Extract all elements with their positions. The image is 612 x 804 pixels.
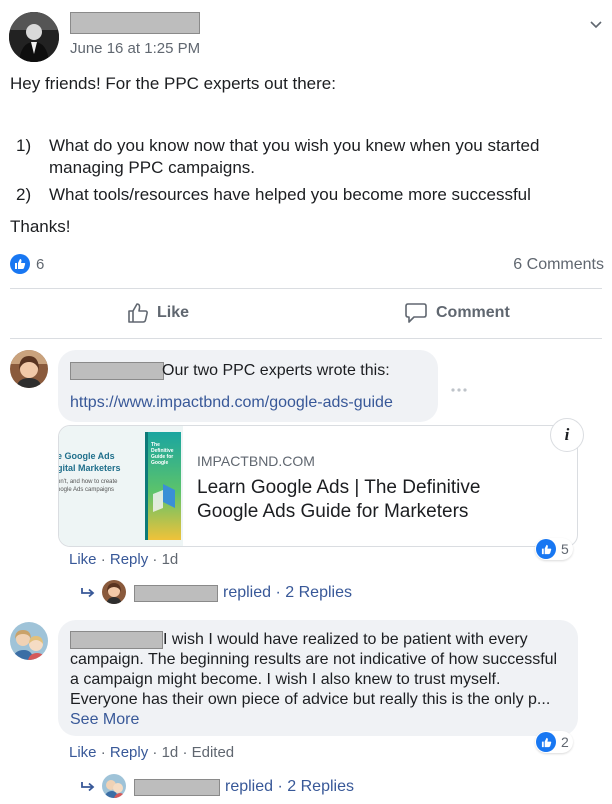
author-name-redacted[interactable] — [70, 12, 200, 34]
replier-name-redacted — [134, 585, 218, 602]
comment-meta: Like · Reply · 1d · Edited — [69, 744, 234, 761]
book-title: The Definitive Guide for Google — [151, 442, 174, 466]
like-count: 6 — [36, 255, 45, 273]
separator: · — [152, 744, 158, 761]
list-number: 2) — [16, 185, 32, 204]
comment-bubble: Our two PPC experts wrote this: https://… — [58, 350, 438, 422]
like-button-label: Like — [157, 304, 190, 321]
info-icon: i — [564, 425, 570, 444]
thumb-title-line: e Google Ads — [58, 451, 115, 461]
thumb-subtitle-line: oogle Ads campaigns — [58, 487, 115, 493]
see-more-link[interactable]: See More — [70, 711, 139, 728]
post-list-item: 1) What do you know now that you wish yo… — [0, 135, 612, 181]
comment-like-link[interactable]: Like — [69, 744, 97, 761]
author-photo-icon — [9, 12, 59, 62]
thumb-title: e Google Ads gital Marketers — [58, 450, 121, 474]
link-preview-domain: IMPACTBND.COM — [197, 453, 315, 469]
replies-count: 2 Replies — [285, 584, 352, 601]
comment-icon — [405, 303, 427, 323]
link-preview-card[interactable]: e Google Ads gital Marketers on't, and h… — [58, 425, 578, 547]
comment-reaction-badge[interactable]: 5 — [535, 538, 573, 560]
divider — [10, 338, 602, 339]
comment-reaction-badge[interactable]: 2 — [535, 731, 573, 753]
more-horizontal-icon — [451, 388, 467, 392]
comment-reply-link[interactable]: Reply — [110, 744, 148, 761]
thumbs-up-outline-icon — [128, 303, 148, 323]
replied-label: replied — [225, 778, 274, 795]
replies-text: replied · 2 Replies — [223, 584, 352, 602]
post-outro: Thanks! — [10, 217, 71, 236]
comment-options-button[interactable] — [450, 382, 468, 392]
thumb-title-line: gital Marketers — [58, 463, 121, 473]
divider — [10, 288, 602, 289]
post-menu-button[interactable] — [588, 16, 604, 32]
info-button[interactable]: i — [550, 418, 584, 452]
commenter-photo-icon — [10, 350, 48, 388]
commenter-photo-icon — [10, 622, 48, 660]
replies-row[interactable]: replied · 2 Replies — [80, 580, 380, 606]
reply-arrow-icon — [81, 782, 95, 792]
like-button[interactable]: Like — [127, 302, 189, 324]
comment-time[interactable]: 1d — [162, 551, 179, 568]
replies-text: replied · 2 Replies — [225, 778, 354, 796]
separator: · — [100, 551, 106, 568]
commenter-avatar[interactable] — [10, 350, 48, 388]
reaction-count: 2 — [561, 734, 569, 750]
replies-row[interactable]: replied · 2 Replies — [80, 774, 380, 800]
list-number: 1) — [16, 136, 32, 155]
replied-label: replied — [223, 584, 272, 601]
thumb-subtitle: on't, and how to create oogle Ads campai… — [58, 478, 118, 494]
comment-link[interactable]: https://www.impactbnd.com/google-ads-gui… — [70, 394, 393, 412]
comment-time[interactable]: 1d — [162, 744, 179, 761]
thumb-book: The Definitive Guide for Google — [145, 432, 181, 540]
link-preview-title: Learn Google Ads | The Definitive Google… — [197, 477, 481, 522]
reply-arrow-icon — [81, 588, 95, 598]
comment-button-label: Comment — [436, 304, 510, 321]
comment-body: I wish I would have realized to be patie… — [70, 631, 558, 708]
comments-count[interactable]: 6 Comments — [513, 256, 604, 274]
author-avatar[interactable] — [9, 12, 59, 62]
separator: · — [182, 744, 188, 761]
commenter-avatar[interactable] — [10, 622, 48, 660]
list-text: What do you know now that you wish you k… — [49, 136, 540, 177]
edited-label: Edited — [191, 744, 235, 761]
comment-like-link[interactable]: Like — [69, 551, 97, 568]
separator: · — [152, 551, 158, 568]
chevron-down-icon — [590, 21, 602, 29]
replies-count: 2 Replies — [287, 778, 354, 795]
replier-avatar — [102, 580, 126, 604]
replier-avatar — [102, 774, 126, 798]
list-text: What tools/resources have helped you bec… — [49, 185, 531, 204]
separator: · — [277, 778, 283, 795]
separator: · — [100, 744, 106, 761]
comment-text: Our two PPC experts wrote this: — [162, 362, 390, 379]
post-timestamp[interactable]: June 16 at 1:25 PM — [70, 40, 200, 57]
thumbs-up-icon — [536, 732, 556, 752]
replier-name-redacted — [134, 779, 220, 796]
post-list-item: 2) What tools/resources have helped you … — [0, 184, 612, 208]
post-intro: Hey friends! For the PPC experts out the… — [10, 74, 336, 93]
thumbs-up-icon — [536, 539, 556, 559]
like-summary[interactable]: 6 — [10, 254, 44, 274]
commenter-name-redacted[interactable] — [70, 362, 164, 380]
comment-meta: Like · Reply · 1d — [69, 551, 178, 568]
link-preview-thumbnail: e Google Ads gital Marketers on't, and h… — [59, 426, 183, 546]
reaction-count: 5 — [561, 541, 569, 557]
comment-reply-link[interactable]: Reply — [110, 551, 148, 568]
thumb-subtitle-line: on't, and how to create — [58, 479, 118, 485]
comment-text: I wish I would have realized to be patie… — [70, 630, 568, 730]
comment-button[interactable]: Comment — [404, 302, 510, 324]
comment-bubble: I wish I would have realized to be patie… — [58, 620, 578, 736]
separator: · — [275, 584, 281, 601]
thumbs-up-icon — [10, 254, 30, 274]
